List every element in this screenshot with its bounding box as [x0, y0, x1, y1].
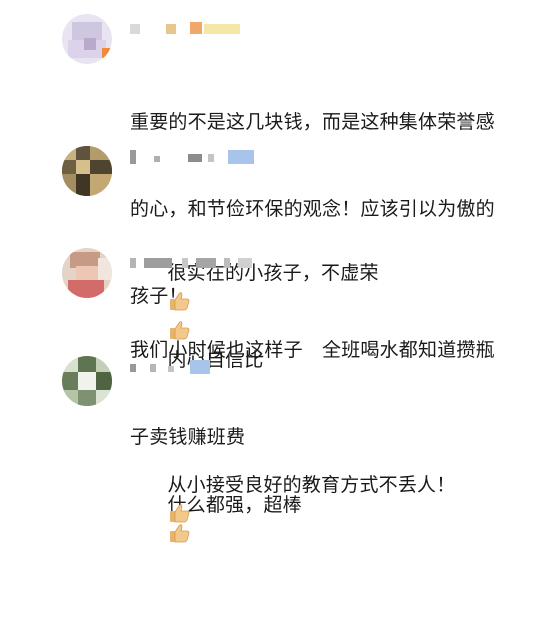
username-redacted[interactable] [130, 22, 250, 36]
comment-item: 重要的不是这几块钱，而是这种集体荣誉感 的心，和节俭环保的观念！应该引以为傲的 … [0, 0, 540, 307]
avatar[interactable] [62, 248, 112, 298]
thumbs-up-icon [170, 504, 190, 523]
comment-text-segment: 从小接受良好的教育方式不丢人！ [167, 474, 456, 496]
username-redacted[interactable] [130, 150, 270, 164]
username-redacted[interactable] [130, 256, 270, 270]
comment-item: 我们小时候也这样子 全班喝水都知道攒瓶 子卖钱赚班费 [0, 240, 540, 448]
avatar[interactable] [62, 14, 112, 64]
comment-item: 很实在的小孩子，不虚荣 内心自信比 什么都强，超棒 [0, 140, 540, 543]
comment-text: 从小接受良好的教育方式不丢人！ [130, 384, 520, 616]
avatar[interactable] [62, 356, 112, 406]
username-redacted[interactable] [130, 360, 230, 374]
avatar[interactable] [62, 146, 112, 196]
comment-item: 从小接受良好的教育方式不丢人！ [0, 340, 540, 523]
